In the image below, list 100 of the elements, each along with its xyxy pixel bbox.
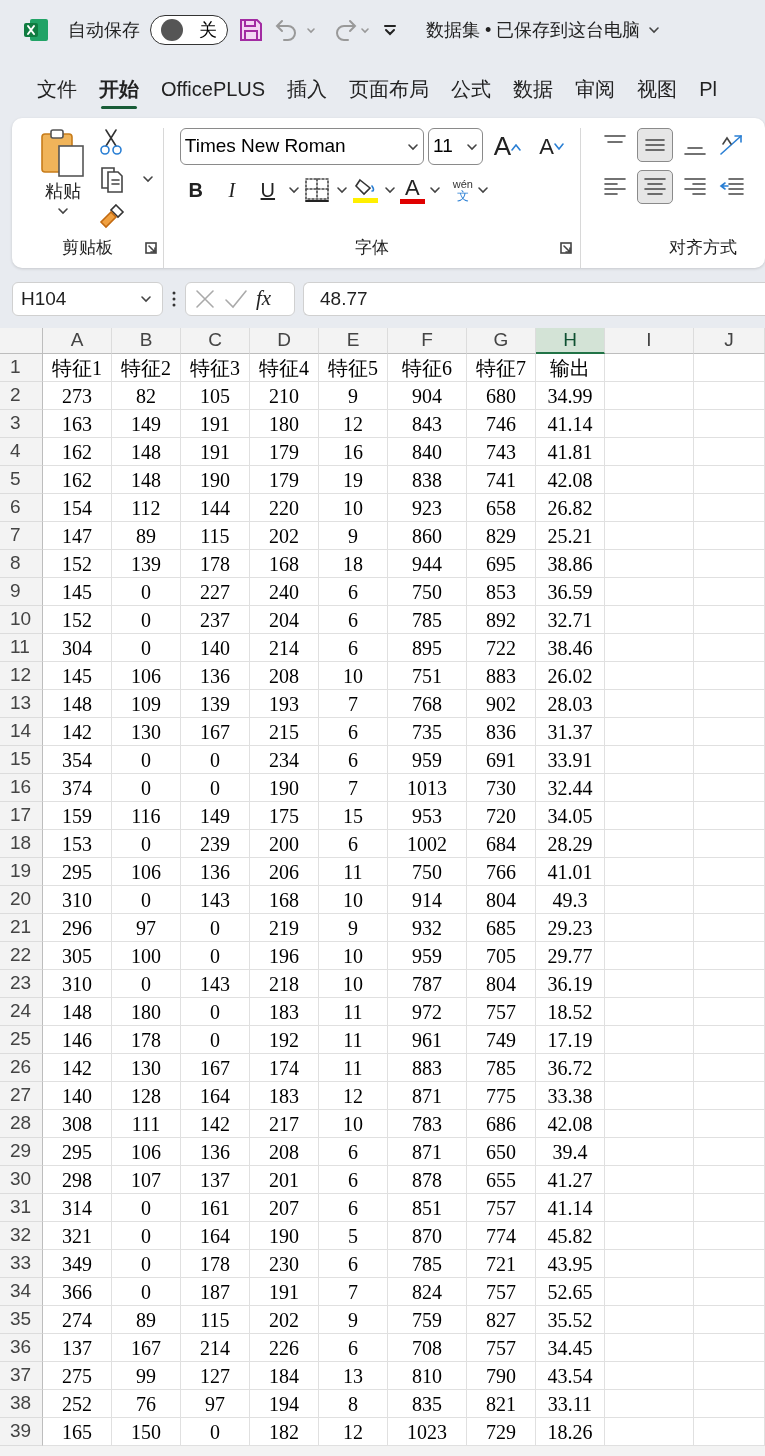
document-title[interactable]: 数据集 • 已保存到这台电脑 bbox=[426, 16, 663, 44]
column-header[interactable]: F bbox=[388, 328, 467, 354]
ribbon-tab[interactable]: 公式 bbox=[440, 69, 503, 109]
ribbon-tab[interactable]: 文件 bbox=[26, 69, 88, 109]
column-header[interactable]: B bbox=[112, 328, 181, 354]
column-header[interactable]: D bbox=[250, 328, 319, 354]
row-header[interactable]: 6 bbox=[0, 494, 43, 522]
font-size-dropdown[interactable]: 11 bbox=[428, 128, 484, 165]
row-header[interactable]: 27 bbox=[0, 1082, 43, 1110]
fill-color-icon[interactable] bbox=[351, 176, 380, 204]
row-header[interactable]: 26 bbox=[0, 1054, 43, 1082]
horizontal-scrollbar[interactable] bbox=[0, 1446, 765, 1456]
bold-button[interactable]: B bbox=[179, 173, 212, 207]
row-header[interactable]: 38 bbox=[0, 1390, 43, 1418]
row-header[interactable]: 34 bbox=[0, 1278, 43, 1306]
row-header[interactable]: 20 bbox=[0, 886, 43, 914]
table-cell: 139 bbox=[181, 690, 250, 718]
copy-icon[interactable] bbox=[98, 164, 126, 194]
row-header[interactable]: 28 bbox=[0, 1110, 43, 1138]
row-header[interactable]: 29 bbox=[0, 1138, 43, 1166]
row-header[interactable]: 11 bbox=[0, 634, 43, 662]
underline-button[interactable]: U bbox=[251, 173, 284, 207]
name-box[interactable]: H104 bbox=[12, 282, 163, 316]
row-header[interactable]: 7 bbox=[0, 522, 43, 550]
font-color-button[interactable]: A bbox=[399, 176, 425, 204]
ribbon-tab[interactable]: 页面布局 bbox=[338, 69, 441, 109]
row-header[interactable]: 19 bbox=[0, 858, 43, 886]
insert-function-button[interactable]: fx bbox=[256, 283, 272, 315]
font-name-dropdown[interactable]: Times New Roman bbox=[179, 128, 425, 165]
formula-input[interactable]: 48.77 bbox=[303, 282, 765, 316]
chevron-icon[interactable] bbox=[142, 173, 154, 185]
ribbon-tab[interactable]: OfficePLUS bbox=[150, 69, 277, 109]
borders-icon[interactable] bbox=[303, 177, 332, 203]
more-options-icon[interactable] bbox=[171, 290, 177, 308]
row-header[interactable]: 23 bbox=[0, 970, 43, 998]
table-cell: 42.08 bbox=[536, 466, 605, 494]
grow-font-button[interactable]: A bbox=[487, 129, 528, 164]
alignment-button[interactable] bbox=[636, 170, 673, 204]
column-header[interactable]: I bbox=[605, 328, 694, 354]
row-header[interactable]: 32 bbox=[0, 1222, 43, 1250]
row-header[interactable]: 17 bbox=[0, 802, 43, 830]
row-header[interactable]: 24 bbox=[0, 998, 43, 1026]
table-cell: 240 bbox=[250, 578, 319, 606]
row-header[interactable]: 16 bbox=[0, 774, 43, 802]
chevron-icon[interactable] bbox=[335, 184, 348, 196]
italic-button[interactable]: I bbox=[215, 173, 248, 207]
row-header[interactable]: 25 bbox=[0, 1026, 43, 1054]
row-header[interactable]: 36 bbox=[0, 1334, 43, 1362]
chevron-icon[interactable] bbox=[477, 184, 489, 196]
column-header[interactable]: G bbox=[467, 328, 536, 354]
format-painter-icon[interactable] bbox=[98, 202, 126, 230]
row-header[interactable]: 39 bbox=[0, 1418, 43, 1446]
dialog-launcher-icon[interactable] bbox=[559, 242, 572, 254]
shrink-font-button[interactable]: A bbox=[531, 129, 572, 164]
row-header[interactable]: 5 bbox=[0, 466, 43, 494]
table-cell: 191 bbox=[181, 410, 250, 438]
ribbon-tab[interactable]: 插入 bbox=[276, 69, 339, 109]
customize-icon[interactable] bbox=[382, 22, 398, 38]
cut-icon[interactable] bbox=[98, 128, 124, 156]
autosave-toggle[interactable]: 关 bbox=[150, 15, 228, 45]
ribbon-tab[interactable]: Pl bbox=[688, 69, 728, 109]
phonetic-guide-button[interactable]: wén 文 bbox=[452, 178, 473, 202]
row-header[interactable]: 9 bbox=[0, 578, 43, 606]
chevron-icon[interactable] bbox=[428, 184, 441, 196]
ribbon-tab[interactable]: 开始 bbox=[88, 69, 150, 109]
row-header[interactable]: 15 bbox=[0, 746, 43, 774]
row-header[interactable]: 13 bbox=[0, 690, 43, 718]
chevron-icon[interactable] bbox=[383, 184, 396, 196]
dialog-launcher-icon[interactable] bbox=[144, 242, 157, 254]
row-header[interactable]: 3 bbox=[0, 410, 43, 438]
row-header[interactable]: 35 bbox=[0, 1306, 43, 1334]
row-header[interactable]: 12 bbox=[0, 662, 43, 690]
chevron-icon[interactable] bbox=[287, 184, 300, 196]
app-logo-icon[interactable] bbox=[22, 16, 50, 44]
row-header[interactable]: 14 bbox=[0, 718, 43, 746]
column-header[interactable]: H bbox=[536, 328, 605, 354]
paste-button[interactable]: 粘贴 bbox=[28, 128, 98, 235]
column-header[interactable]: J bbox=[694, 328, 765, 354]
row-header[interactable]: 1 bbox=[0, 354, 43, 382]
ribbon-tab[interactable]: 数据 bbox=[502, 69, 565, 109]
ribbon-tab[interactable]: 视图 bbox=[626, 69, 689, 109]
column-header[interactable]: A bbox=[43, 328, 112, 354]
row-header[interactable]: 21 bbox=[0, 914, 43, 942]
ribbon-tab[interactable]: 审阅 bbox=[564, 69, 627, 109]
row-header[interactable]: 30 bbox=[0, 1166, 43, 1194]
row-header[interactable]: 37 bbox=[0, 1362, 43, 1390]
row-header[interactable]: 4 bbox=[0, 438, 43, 466]
row-header[interactable]: 31 bbox=[0, 1194, 43, 1222]
row-header[interactable]: 8 bbox=[0, 550, 43, 578]
row-header[interactable]: 22 bbox=[0, 942, 43, 970]
row-header[interactable]: 10 bbox=[0, 606, 43, 634]
row-header[interactable]: 33 bbox=[0, 1250, 43, 1278]
column-header[interactable]: E bbox=[319, 328, 388, 354]
row-header[interactable]: 18 bbox=[0, 830, 43, 858]
column-header[interactable]: C bbox=[181, 328, 250, 354]
save-icon[interactable] bbox=[238, 17, 264, 43]
row-header[interactable]: 2 bbox=[0, 382, 43, 410]
table-cell: 0 bbox=[112, 1194, 181, 1222]
table-cell: 804 bbox=[467, 886, 536, 914]
alignment-button[interactable] bbox=[636, 128, 673, 162]
